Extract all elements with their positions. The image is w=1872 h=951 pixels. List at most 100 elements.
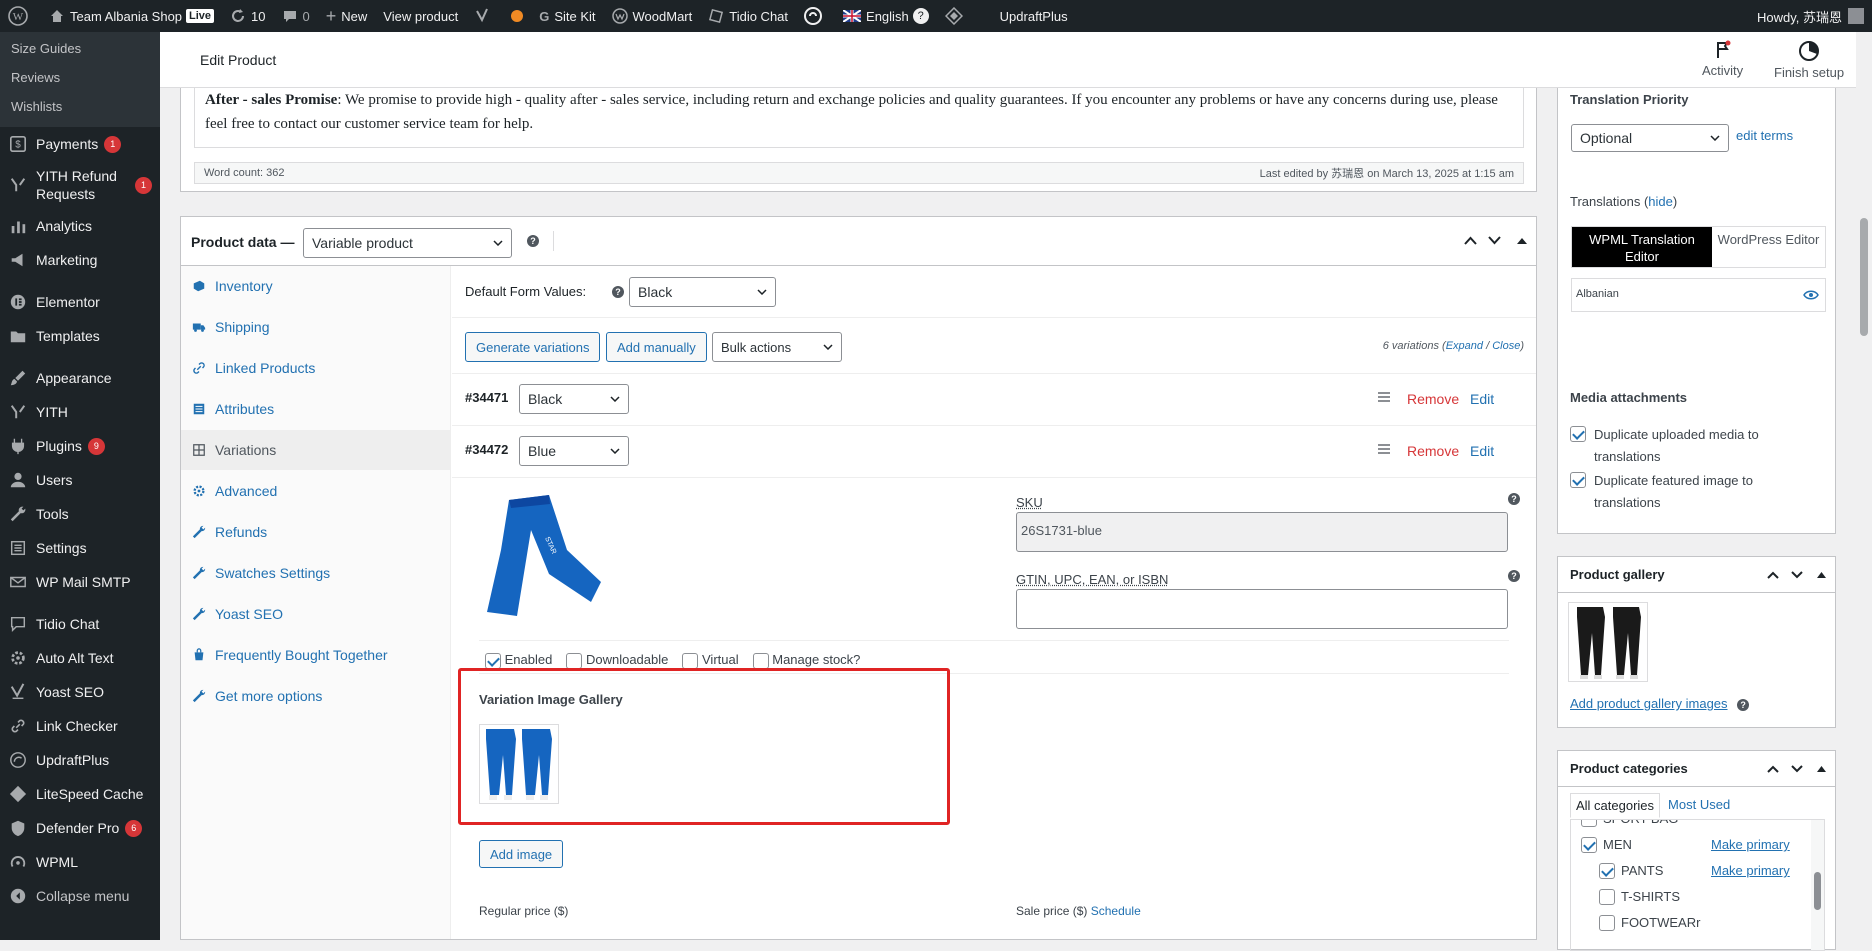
tab-attributes[interactable]: Attributes: [181, 389, 450, 430]
tidio-link[interactable]: Tidio Chat: [700, 0, 796, 32]
drag-handle-icon[interactable]: [1378, 392, 1390, 402]
chevron-up-icon[interactable]: [1767, 765, 1779, 773]
sidebar-item-updraftplus[interactable]: UpdraftPlus: [0, 743, 160, 777]
edit-variation-link[interactable]: Edit: [1470, 443, 1494, 459]
woodmart-link[interactable]: WoodMart: [604, 0, 701, 32]
page-scrollbar[interactable]: [1856, 32, 1872, 940]
page-scrollbar-thumb[interactable]: [1860, 218, 1868, 336]
chevron-down-icon[interactable]: [1791, 571, 1803, 579]
gtin-input[interactable]: [1016, 589, 1508, 629]
category-item[interactable]: T-SHIRTS: [1571, 884, 1809, 910]
tab-swatches-settings[interactable]: Swatches Settings: [181, 553, 450, 594]
submenu-wishlists[interactable]: Wishlists: [0, 92, 160, 121]
dup-media-checkbox[interactable]: Duplicate uploaded media to translations: [1570, 424, 1820, 468]
sku-input[interactable]: 26S1731-blue: [1016, 512, 1508, 552]
add-gallery-images-link[interactable]: Add product gallery images: [1570, 696, 1728, 711]
tab-frequently-bought-together[interactable]: Frequently Bought Together: [181, 635, 450, 676]
variation-row[interactable]: #34471 Black Remove Edit: [452, 374, 1536, 426]
chevron-down-icon[interactable]: [1791, 765, 1803, 773]
updates-link[interactable]: 10: [222, 0, 273, 32]
help-scout-icon[interactable]: [796, 0, 835, 32]
wpml-editor-tab[interactable]: WPML Translation Editor: [1572, 227, 1712, 267]
gallery-thumbnail[interactable]: [1568, 602, 1648, 682]
scrollbar[interactable]: [1811, 820, 1824, 951]
toggle-panel-icon[interactable]: [1817, 572, 1826, 578]
site-name-link[interactable]: Team Albania Shop Live: [41, 0, 222, 32]
sidebar-item-tidio-chat[interactable]: Tidio Chat: [0, 607, 160, 641]
site-kit-link[interactable]: G Site Kit: [531, 0, 603, 32]
new-content-link[interactable]: + New: [318, 0, 376, 32]
edit-variation-link[interactable]: Edit: [1470, 391, 1494, 407]
tab-inventory[interactable]: Inventory: [181, 266, 450, 307]
sidebar-item-wp-mail-smtp[interactable]: WP Mail SMTP: [0, 565, 160, 599]
drag-handle-icon[interactable]: [1378, 444, 1390, 454]
seo-score-icon[interactable]: [503, 0, 531, 32]
sidebar-item-users[interactable]: Users: [0, 463, 160, 497]
sidebar-item-plugins[interactable]: Plugins 9: [0, 429, 160, 463]
category-item[interactable]: SPORT BAG: [1571, 819, 1809, 832]
category-checkbox[interactable]: [1599, 915, 1615, 931]
translation-priority-select[interactable]: Optional: [1571, 124, 1729, 152]
enabled-checkbox[interactable]: Enabled: [485, 652, 552, 669]
sidebar-item-appearance[interactable]: Appearance: [0, 361, 160, 395]
add-image-button[interactable]: Add image: [479, 840, 563, 868]
tab-all-categories[interactable]: All categories: [1570, 793, 1660, 818]
finish-setup-button[interactable]: Finish setup: [1774, 40, 1844, 80]
eye-icon[interactable]: [1803, 289, 1819, 301]
tab-shipping[interactable]: Shipping: [181, 307, 450, 348]
sidebar-item-elementor[interactable]: Elementor: [0, 285, 160, 319]
variation-attribute-select[interactable]: Black: [519, 384, 629, 414]
category-checkbox[interactable]: [1599, 863, 1615, 879]
tab-get-more-options[interactable]: Get more options: [181, 676, 450, 717]
comments-link[interactable]: 0: [274, 0, 318, 32]
language-switcher[interactable]: English?: [835, 0, 937, 32]
virtual-checkbox[interactable]: Virtual: [682, 652, 738, 669]
category-item[interactable]: PANTS Make primary: [1571, 858, 1809, 884]
sidebar-item-link-checker[interactable]: Link Checker: [0, 709, 160, 743]
manage-stock-checkbox[interactable]: Manage stock?: [753, 652, 861, 669]
chevron-up-icon[interactable]: [1464, 236, 1477, 245]
category-item[interactable]: MEN Make primary: [1571, 832, 1809, 858]
help-icon[interactable]: ?: [1508, 493, 1520, 505]
sidebar-item-yith-refund-requests[interactable]: YITH Refund Requests 1: [0, 161, 160, 209]
category-checkbox[interactable]: [1581, 819, 1597, 827]
add-manually-button[interactable]: Add manually: [606, 332, 707, 362]
category-item[interactable]: FOOTWEARr: [1571, 910, 1809, 936]
sidebar-item-analytics[interactable]: Analytics: [0, 209, 160, 243]
expand-link[interactable]: Expand: [1446, 340, 1483, 352]
dup-featured-checkbox[interactable]: Duplicate featured image to translations: [1570, 470, 1820, 514]
toggle-panel-icon[interactable]: [1517, 237, 1527, 244]
category-checkbox[interactable]: [1599, 889, 1615, 905]
sidebar-item-yith[interactable]: YITH: [0, 395, 160, 429]
make-primary-link[interactable]: Make primary: [1711, 832, 1790, 858]
sidebar-item-settings[interactable]: Settings: [0, 531, 160, 565]
default-form-select[interactable]: Black: [629, 277, 776, 307]
downloadable-checkbox[interactable]: Downloadable: [566, 652, 668, 669]
generate-variations-button[interactable]: Generate variations: [465, 332, 600, 362]
tab-advanced[interactable]: Advanced: [181, 471, 450, 512]
sidebar-item-yoast-seo[interactable]: Yoast SEO: [0, 675, 160, 709]
yoast-icon[interactable]: [466, 0, 503, 32]
sidebar-item-payments[interactable]: $ Payments 1: [0, 127, 160, 161]
sidebar-item-tools[interactable]: Tools: [0, 497, 160, 531]
hide-link[interactable]: hide: [1648, 194, 1673, 209]
submenu-reviews[interactable]: Reviews: [0, 63, 160, 92]
activity-button[interactable]: Activity: [1702, 40, 1743, 78]
variation-image-thumbnail[interactable]: STAR: [479, 490, 607, 618]
view-product-link[interactable]: View product: [375, 0, 466, 32]
help-icon[interactable]: ?: [1737, 699, 1749, 711]
sidebar-item-marketing[interactable]: Marketing: [0, 243, 160, 277]
sidebar-item-wpml[interactable]: WPML: [0, 845, 160, 879]
sidebar-item-litespeed-cache[interactable]: LiteSpeed Cache: [0, 777, 160, 811]
sidebar-item-templates[interactable]: Templates: [0, 319, 160, 353]
wordpress-editor-tab[interactable]: WordPress Editor: [1712, 227, 1825, 267]
product-type-select[interactable]: Variable product: [303, 228, 512, 258]
wordpress-logo-icon[interactable]: W: [0, 0, 41, 32]
tab-variations[interactable]: Variations: [181, 430, 450, 471]
tab-yoast-seo[interactable]: Yoast SEO: [181, 594, 450, 635]
toggle-panel-icon[interactable]: [1817, 766, 1826, 772]
close-link[interactable]: Close: [1492, 340, 1520, 352]
schedule-link[interactable]: Schedule: [1091, 904, 1141, 918]
editor-content[interactable]: After - sales Promise: We promise to pro…: [194, 88, 1524, 148]
updraftplus-link[interactable]: UpdraftPlus: [992, 0, 1076, 32]
